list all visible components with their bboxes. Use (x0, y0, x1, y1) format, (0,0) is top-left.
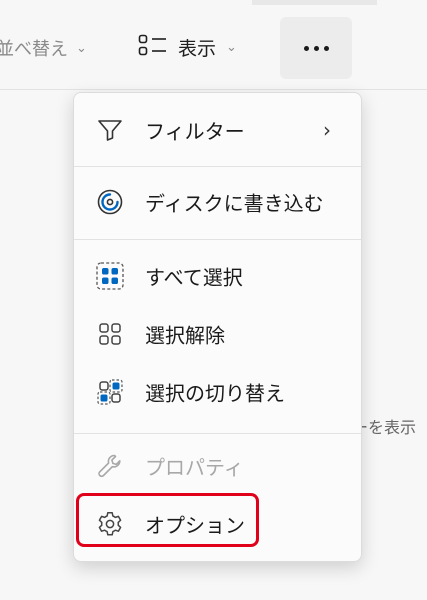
menu-item-label: 選択の切り替え (145, 381, 285, 406)
menu-item-filter[interactable]: フィルター › (74, 107, 361, 153)
menu-item-label: 選択解除 (145, 323, 225, 348)
view-layout-icon (138, 34, 168, 61)
sort-button[interactable]: 並べ替え ⌄ (0, 34, 87, 62)
more-horizontal-icon (313, 45, 319, 51)
menu-item-select-none[interactable]: 選択解除 (74, 311, 361, 357)
menu-item-burn-disc[interactable]: ディスクに書き込む (74, 179, 361, 225)
toolbar-top-strip (252, 0, 377, 5)
more-horizontal-icon (303, 45, 309, 51)
sort-label: 並べ替え (0, 39, 68, 60)
select-all-icon (96, 262, 124, 290)
select-none-icon (96, 320, 124, 348)
menu-item-label: プロパティ (145, 455, 244, 480)
toolbar-divider (0, 89, 427, 90)
wrench-icon (96, 452, 124, 480)
menu-divider (74, 166, 361, 167)
highlight-box (76, 493, 259, 547)
chevron-right-icon: › (323, 118, 331, 142)
more-options-button[interactable] (280, 17, 352, 79)
menu-item-properties: プロパティ (74, 443, 361, 489)
menu-item-invert-selection[interactable]: 選択の切り替え (74, 369, 361, 415)
menu-item-label: すべて選択 (145, 265, 243, 290)
filter-icon (96, 116, 124, 144)
menu-item-label: ディスクに書き込む (145, 191, 324, 216)
menu-divider (74, 239, 361, 240)
file-explorer-view: 並べ替え ⌄ 表示 ⌄ ーを表示 フィルター › ディスクに書き込む すべて選択… (0, 0, 427, 600)
more-horizontal-icon (323, 45, 329, 51)
more-options-menu: フィルター › ディスクに書き込む すべて選択 選択解除 選択の切り替え プロパ… (73, 92, 362, 562)
view-button[interactable]: 表示 ⌄ (138, 30, 237, 64)
invert-selection-icon (96, 378, 124, 406)
menu-divider (74, 433, 361, 434)
chevron-down-icon: ⌄ (226, 39, 237, 55)
view-label: 表示 (178, 37, 217, 60)
menu-item-label: フィルター (145, 119, 245, 144)
command-bar: 並べ替え ⌄ 表示 ⌄ (0, 0, 427, 90)
menu-item-select-all[interactable]: すべて選択 (74, 253, 361, 299)
chevron-down-icon: ⌄ (76, 40, 87, 56)
disc-burn-icon (96, 188, 124, 216)
